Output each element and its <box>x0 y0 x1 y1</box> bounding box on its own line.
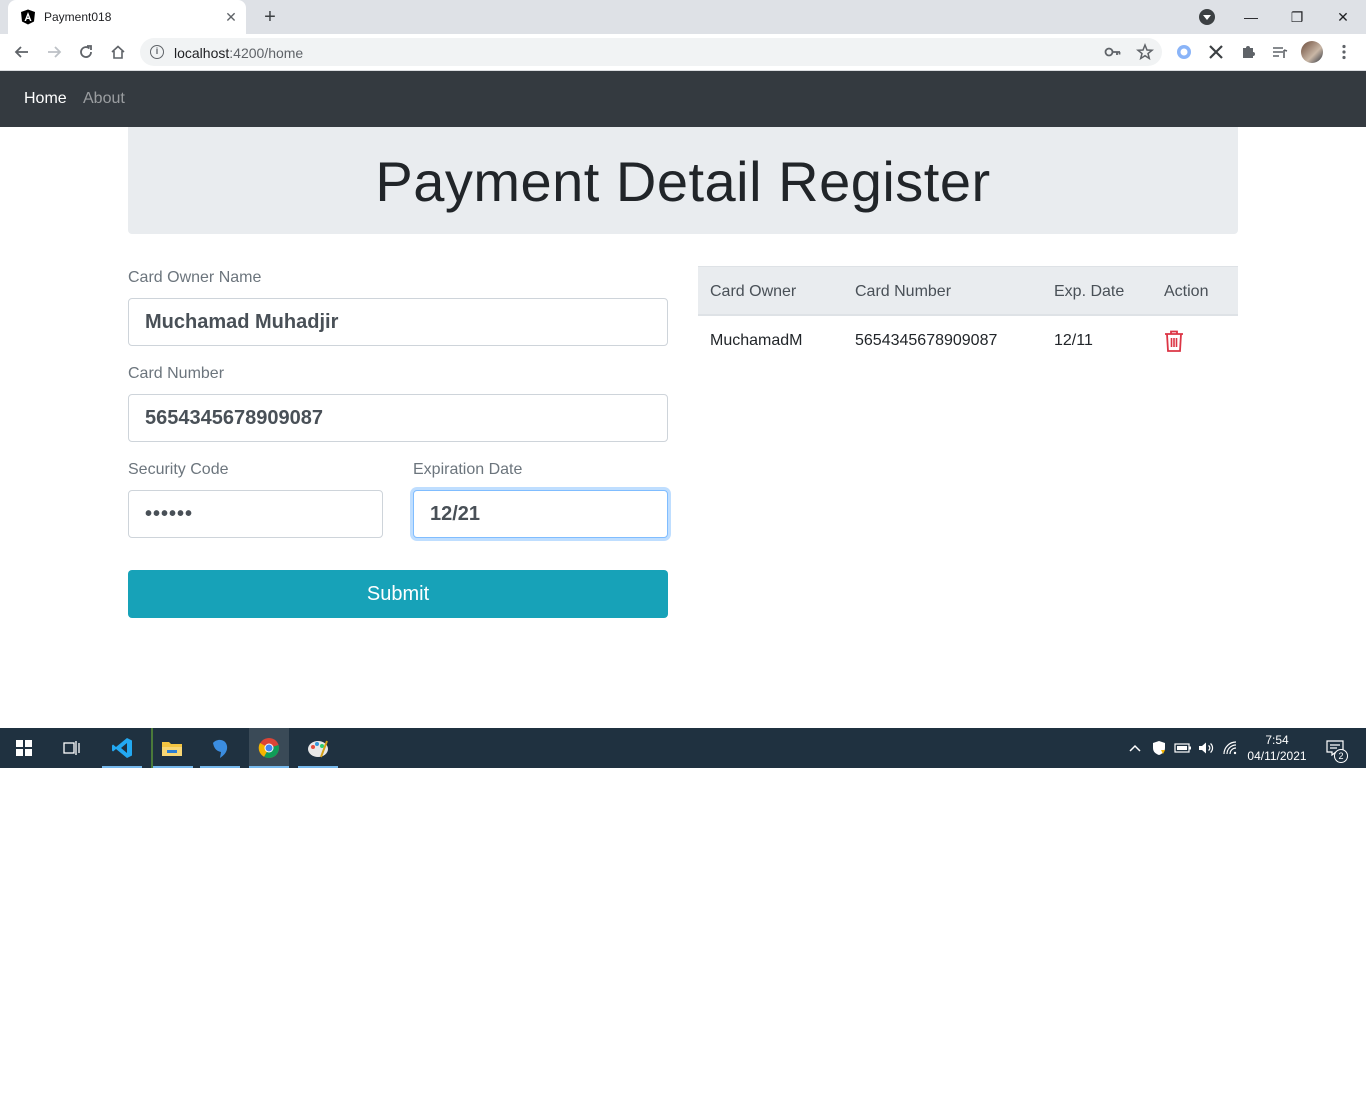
security-code-value: •••••• <box>145 502 194 525</box>
url-host: localhost <box>174 45 230 61</box>
chrome-icon[interactable] <box>249 728 289 768</box>
window-controls: — ❐ ✕ <box>1228 0 1366 34</box>
forward-icon[interactable] <box>42 40 66 64</box>
browser-tab-strip: Payment018 ✕ + — ❐ ✕ <box>0 0 1366 34</box>
card-number-label: Card Number <box>128 365 225 382</box>
cell-exp-date: 12/11 <box>1054 332 1093 349</box>
expiration-date-label: Expiration Date <box>413 461 523 478</box>
header-action: Action <box>1164 283 1209 300</box>
cell-card-number: 5654345678909087 <box>855 332 998 349</box>
security-shield-icon[interactable] <box>1150 739 1168 757</box>
trash-icon[interactable] <box>1164 330 1184 352</box>
header-card-number: Card Number <box>855 283 952 300</box>
cell-card-owner: MuchamadM <box>710 332 803 349</box>
edit-this-cookie-icon[interactable] <box>1172 40 1196 64</box>
profile-avatar[interactable] <box>1300 40 1324 64</box>
file-explorer-icon[interactable] <box>151 728 193 768</box>
key-icon[interactable] <box>1104 43 1122 61</box>
wifi-icon[interactable] <box>1222 739 1240 757</box>
tab-title: Payment018 <box>44 10 112 24</box>
header-exp-date: Exp. Date <box>1054 283 1125 300</box>
restore-icon[interactable]: ❐ <box>1274 0 1320 34</box>
url-text: localhost:4200/home <box>174 45 303 61</box>
show-hidden-icons-icon[interactable] <box>1126 739 1144 757</box>
page-header: Payment Detail Register <box>128 127 1238 234</box>
windows-taskbar: 7:54 04/11/2021 <box>0 728 1366 768</box>
card-number-input[interactable]: 5654345678909087 <box>128 394 668 442</box>
browser-tab[interactable]: Payment018 ✕ <box>8 0 246 34</box>
reload-icon[interactable] <box>74 40 98 64</box>
expiration-date-input[interactable]: 12/21 <box>413 490 668 538</box>
security-code-label: Security Code <box>128 461 229 478</box>
volume-icon[interactable] <box>1198 739 1216 757</box>
x-extension-icon[interactable] <box>1204 40 1228 64</box>
card-owner-label: Card Owner Name <box>128 269 262 286</box>
new-tab-button[interactable]: + <box>258 6 282 30</box>
card-number-value: 5654345678909087 <box>145 406 323 429</box>
star-icon[interactable] <box>1136 43 1154 61</box>
clock-time: 7:54 <box>1265 733 1289 747</box>
security-code-input[interactable]: •••••• <box>128 490 383 538</box>
back-icon[interactable] <box>10 40 34 64</box>
table-header-row: Card Owner Card Number Exp. Date Action <box>698 266 1238 316</box>
expiration-date-value: 12/21 <box>430 502 481 525</box>
start-icon[interactable] <box>4 728 44 768</box>
card-owner-value: Muchamad Muhadjir <box>145 310 339 333</box>
address-bar[interactable]: i localhost:4200/home <box>140 38 1162 66</box>
battery-icon[interactable] <box>1174 739 1192 757</box>
url-path: :4200/home <box>229 45 304 61</box>
system-clock[interactable]: 7:54 04/11/2021 <box>1240 732 1314 764</box>
nav-link-about[interactable]: About <box>83 90 125 108</box>
task-view-icon[interactable] <box>52 728 92 768</box>
close-window-icon[interactable]: ✕ <box>1320 0 1366 34</box>
minimize-icon[interactable]: — <box>1228 0 1274 34</box>
submit-button[interactable]: Submit <box>128 570 668 618</box>
tab-search-icon[interactable] <box>1199 9 1215 25</box>
angular-icon <box>21 9 35 25</box>
info-icon[interactable]: i <box>150 45 164 59</box>
extensions-bar <box>1172 40 1356 64</box>
notification-count-badge: 2 <box>1334 749 1348 763</box>
header-card-owner: Card Owner <box>710 283 797 300</box>
browser-toolbar: i localhost:4200/home <box>0 34 1366 71</box>
extensions-puzzle-icon[interactable] <box>1236 40 1260 64</box>
dbeaver-icon[interactable] <box>200 728 240 768</box>
chrome-menu-icon[interactable] <box>1332 40 1356 64</box>
vscode-icon[interactable] <box>102 728 142 768</box>
reading-list-icon[interactable] <box>1268 40 1292 64</box>
close-tab-icon[interactable]: ✕ <box>222 8 240 26</box>
payment-table: Card Owner Card Number Exp. Date Action … <box>698 266 1238 366</box>
home-icon[interactable] <box>106 40 130 64</box>
table-row[interactable]: MuchamadM 5654345678909087 12/11 <box>698 316 1238 366</box>
paint-icon[interactable] <box>298 728 338 768</box>
page-title: Payment Detail Register <box>375 150 991 213</box>
app-navbar: Home About <box>0 71 1366 127</box>
card-owner-input[interactable]: Muchamad Muhadjir <box>128 298 668 346</box>
omnibox-actions <box>1104 43 1154 61</box>
clock-date: 04/11/2021 <box>1247 749 1307 763</box>
nav-link-home[interactable]: Home <box>24 90 67 108</box>
